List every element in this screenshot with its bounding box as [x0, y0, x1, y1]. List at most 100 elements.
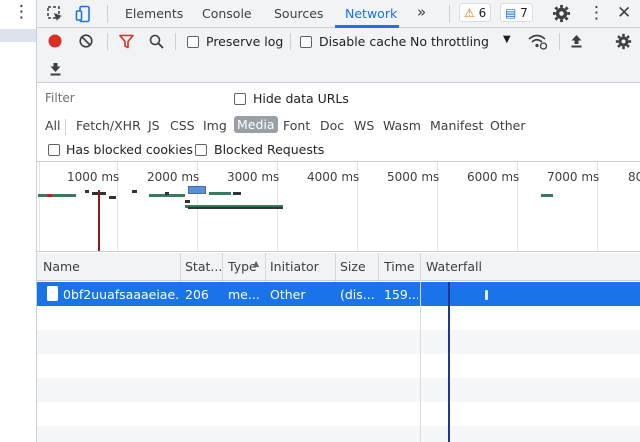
request-type: me... [228, 287, 260, 302]
type-filter-media[interactable]: Media [234, 116, 278, 133]
overview-request-bar [38, 194, 76, 197]
request-name[interactable]: 0bf2uuafsaaaeiae... [63, 287, 178, 302]
clear-icon[interactable] [79, 34, 93, 48]
overview-request-bar [209, 192, 231, 195]
network-settings-gear-icon[interactable] [615, 33, 632, 50]
chevron-down-icon[interactable]: ▼ [503, 34, 511, 45]
overview-request-bar [233, 192, 241, 195]
more-options-icon[interactable]: ⋮ [13, 4, 30, 21]
column-header-status[interactable]: Stat... [185, 259, 221, 274]
overview-tick: 5000 ms [387, 170, 440, 184]
sort-ascending-icon[interactable]: ▲ [253, 259, 259, 268]
blocked-cookies-checkbox[interactable] [48, 144, 60, 156]
network-conditions-icon[interactable] [527, 33, 547, 50]
type-filter-ws[interactable]: WS [354, 118, 374, 133]
left-panel-selection [0, 29, 36, 42]
tab-sources[interactable]: Sources [274, 6, 323, 21]
requests-table: Name Stat... Type ▲ Initiator Size Time … [37, 253, 640, 442]
filter-icon[interactable] [119, 34, 134, 49]
type-filter-doc[interactable]: Doc [320, 118, 344, 133]
filter-row: Hide data URLs [37, 84, 640, 114]
preserve-log-label[interactable]: Preserve log [206, 34, 283, 49]
inspect-element-icon[interactable] [46, 5, 64, 23]
load-event-marker [98, 190, 100, 251]
blocked-requests-checkbox[interactable] [195, 144, 207, 156]
column-header-initiator[interactable]: Initiator [270, 259, 330, 274]
blocked-filter-row: Has blocked cookies Blocked Requests [37, 140, 640, 162]
empty-row [37, 426, 640, 442]
hide-data-urls-label[interactable]: Hide data URLs [253, 91, 349, 106]
type-filter-js[interactable]: JS [148, 118, 160, 133]
type-filter-font[interactable]: Font [283, 118, 310, 133]
resource-type-filter: All Fetch/XHR JS CSS Img Media Font Doc … [37, 114, 640, 140]
overview-request-bar [85, 190, 89, 193]
empty-row [37, 402, 640, 426]
type-filter-manifest[interactable]: Manifest [430, 118, 483, 133]
column-divider[interactable] [420, 253, 421, 442]
overview-request-bar [188, 207, 283, 209]
column-header-time[interactable]: Time [384, 259, 420, 274]
request-status: 206 [185, 287, 209, 302]
left-panel-strip: ⋮ [0, 0, 37, 442]
tab-elements[interactable]: Elements [125, 6, 183, 21]
column-header-size[interactable]: Size [340, 259, 376, 274]
disable-cache-checkbox[interactable] [300, 36, 312, 48]
type-filter-other[interactable]: Other [490, 118, 526, 133]
empty-row [37, 354, 640, 378]
tab-separator [449, 5, 450, 23]
overview-request-bar [185, 200, 190, 203]
search-icon[interactable] [149, 34, 164, 49]
tab-console[interactable]: Console [202, 6, 252, 21]
overview-tick: 7000 ms [547, 170, 600, 184]
toolbar-separator [290, 33, 291, 50]
toolbar-separator [559, 33, 560, 50]
overview-tick: 80 [628, 170, 640, 184]
disable-cache-label[interactable]: Disable cache [319, 34, 406, 49]
type-filter-fetch-xhr[interactable]: Fetch/XHR [76, 118, 141, 133]
tab-network[interactable]: Network [345, 6, 397, 21]
overview-tick: 3000 ms [227, 170, 280, 184]
column-header-name[interactable]: Name [43, 259, 178, 274]
toolbar-separator [175, 33, 176, 50]
type-filter-css[interactable]: CSS [170, 118, 195, 133]
record-icon[interactable] [48, 34, 62, 48]
more-tabs-button[interactable]: » [417, 3, 426, 21]
empty-row [37, 330, 640, 354]
table-row[interactable]: 0bf2uuafsaaaeiae... 206 me... Other (dis… [37, 282, 640, 306]
column-header-waterfall[interactable]: Waterfall [426, 259, 506, 274]
blocked-cookies-label[interactable]: Has blocked cookies [66, 142, 193, 157]
issues-icon: ▤ [505, 6, 517, 20]
filter-input[interactable] [42, 87, 220, 109]
device-toolbar-icon[interactable] [75, 5, 93, 23]
overview-tick: 4000 ms [307, 170, 360, 184]
request-size: (dis... [340, 287, 375, 302]
column-header-type[interactable]: Type [228, 259, 256, 274]
overview-request-bar [165, 192, 169, 195]
type-filter-all[interactable]: All [45, 118, 61, 133]
import-har-icon[interactable] [570, 34, 583, 48]
issues-badge[interactable]: ▤ 7 [500, 3, 533, 22]
close-devtools-icon[interactable]: ✕ [617, 3, 631, 23]
type-filter-wasm[interactable]: Wasm [383, 118, 421, 133]
type-filter-separator [65, 119, 66, 135]
hide-data-urls-checkbox[interactable] [234, 93, 246, 105]
blocked-requests-label[interactable]: Blocked Requests [214, 142, 324, 157]
warnings-badge[interactable]: ⚠ 6 [459, 3, 492, 22]
file-icon [47, 286, 58, 301]
devtools-panel: Elements Console Sources Network » ⚠ 6 ▤… [37, 0, 640, 442]
export-har-icon[interactable] [49, 62, 62, 76]
toolbar-separator [107, 33, 108, 50]
empty-row [37, 378, 640, 402]
customize-devtools-icon[interactable]: ⋮ [588, 3, 605, 23]
preserve-log-checkbox[interactable] [187, 36, 199, 48]
settings-gear-icon[interactable] [552, 4, 571, 23]
overview-request-bar [541, 194, 553, 197]
network-toolbar: Preserve log Disable cache No throttling… [37, 28, 640, 83]
overview-request-bar [188, 186, 206, 194]
warning-icon: ⚠ [464, 6, 475, 20]
throttling-select[interactable]: No throttling [410, 34, 489, 49]
request-initiator[interactable]: Other [270, 287, 330, 302]
network-overview-timeline[interactable]: 1000 ms 2000 ms 3000 ms 4000 ms 5000 ms … [37, 162, 640, 252]
type-filter-img[interactable]: Img [203, 118, 227, 133]
waterfall-bar[interactable] [485, 290, 488, 300]
